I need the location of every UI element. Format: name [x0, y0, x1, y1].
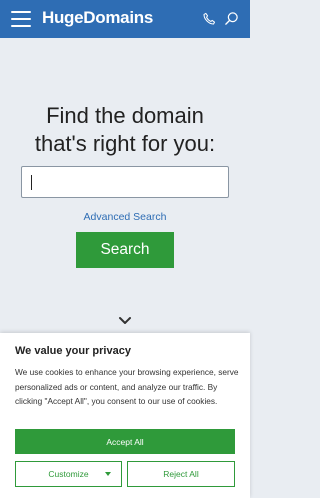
domain-search-input[interactable] [21, 166, 229, 198]
page-title-line-1: Find the domain [46, 103, 204, 128]
search-button[interactable]: Search [76, 232, 174, 268]
customize-button-label: Customize [48, 469, 89, 479]
dropdown-arrow-icon [105, 472, 111, 476]
hamburger-menu-icon[interactable] [11, 11, 31, 27]
accept-all-button[interactable]: Accept All [15, 429, 235, 454]
text-caret [31, 175, 32, 190]
cookie-banner-title: We value your privacy [15, 345, 131, 357]
customize-button[interactable]: Customize [15, 461, 122, 487]
chevron-down-icon[interactable] [118, 316, 132, 326]
reject-all-button[interactable]: Reject All [127, 461, 235, 487]
advanced-search-link[interactable]: Advanced Search [0, 211, 250, 223]
page-title-line-2: that's right for you: [34, 131, 216, 156]
phone-icon[interactable] [202, 12, 216, 26]
search-icon[interactable] [224, 11, 239, 26]
site-header: HugeDomains [0, 0, 250, 38]
site-logo[interactable]: HugeDomains [42, 8, 153, 28]
cookie-banner-text: We use cookies to enhance your browsing … [15, 367, 239, 406]
page-title: Find the domain that's right for you: [0, 102, 250, 158]
cookie-consent-banner: We value your privacy We use cookies to … [0, 333, 250, 498]
